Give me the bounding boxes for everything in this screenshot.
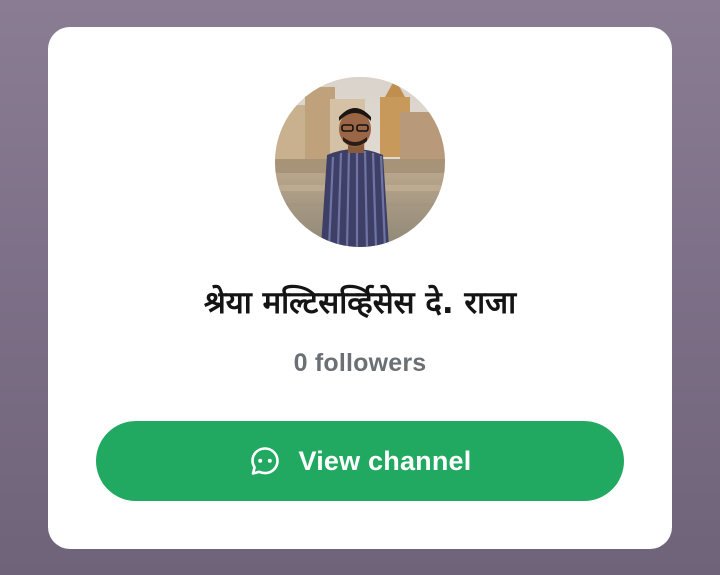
view-channel-button[interactable]: View channel xyxy=(96,421,624,501)
channel-avatar[interactable] xyxy=(275,77,445,247)
channel-name: श्रेया मल्टिसर्व्हिसेस दे. राजा xyxy=(203,285,517,321)
channel-icon xyxy=(250,447,279,475)
avatar-photo xyxy=(275,77,445,247)
channel-card: श्रेया मल्टिसर्व्हिसेस दे. राजा 0 follow… xyxy=(48,27,672,549)
view-channel-label: View channel xyxy=(298,445,472,476)
follower-count: 0 followers xyxy=(293,349,427,377)
